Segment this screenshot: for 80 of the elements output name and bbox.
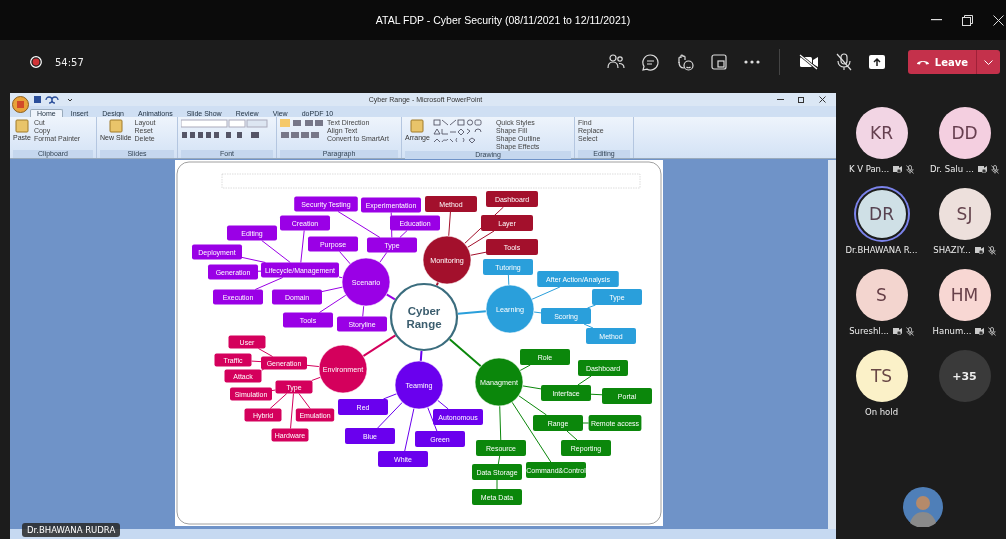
connector-line [470,251,487,256]
participant-avatar[interactable]: S [855,269,908,321]
connector-line [583,323,594,329]
connector-line [339,251,351,265]
command-icon [410,119,425,133]
connector-line [582,422,590,424]
chat-icon[interactable] [641,53,659,71]
connector-line [496,479,498,490]
central-topic-node: Cyber Range [389,282,459,352]
connector-line [435,281,439,287]
scrollbar[interactable] [828,160,836,529]
connector-line [257,348,274,357]
command-icon [108,119,123,133]
participant-name: Dr. Salu ... [930,164,974,174]
connector-line [362,334,397,358]
connector-line [257,270,262,272]
connector-line [362,305,365,317]
connector-line [586,304,597,309]
window-title: ATAL FDP - Cyber Security (08/11/2021 to 12/11/2021) [375,14,631,26]
connector-line [497,455,501,465]
caret-icon [984,59,993,65]
phone-icon [915,59,930,65]
connector-line [448,211,451,237]
participant-name: Dr.BHAWANA R... [845,245,918,255]
connector-line [507,274,510,286]
restore-icon[interactable] [798,96,805,103]
participant-avatar[interactable]: TS [855,350,908,402]
leave-button[interactable]: Leave [907,50,976,74]
connector-line [306,364,320,368]
minimize-icon[interactable] [777,98,784,101]
presenter-name-label: Dr.BHAWANA RUDRA [22,523,121,537]
layout-icon[interactable] [710,54,727,70]
camera-off-icon[interactable] [798,54,819,70]
participant-avatar[interactable]: DR [855,188,908,240]
participant-name: Hanum... [932,326,972,336]
connector-line [533,311,542,314]
people-icon[interactable] [606,54,625,70]
connector-line [531,286,561,300]
reaction-icon[interactable] [675,53,694,71]
paragraph-controls-drawing [280,119,324,141]
connector-line [419,349,423,363]
connector-line [379,252,388,263]
connector-line [522,385,542,390]
connector-line [338,276,343,279]
connector-line [261,369,264,371]
meeting-timer: 54:57 [55,56,84,68]
self-video-placeholder [903,487,943,527]
participant-avatar[interactable]: DD [938,107,991,159]
minimize-icon[interactable] [931,19,942,21]
participant-name: SHAZIY... [933,245,971,255]
close-icon[interactable] [819,96,826,103]
participant-name: On hold [864,407,899,417]
connector-line [311,376,321,381]
share-screen-icon[interactable] [868,55,885,69]
connector-line [399,230,408,238]
participant-avatar[interactable]: KR [855,107,908,159]
connector-line [298,393,311,409]
connector-line [254,277,284,290]
restore-icon[interactable] [962,14,973,26]
connector-line [448,338,482,368]
connector-line [519,364,531,372]
connector-line [290,393,294,429]
connector-line [499,405,502,441]
connector-line [566,430,578,441]
connector-line [590,393,603,396]
quick-access-toolbar-icon[interactable] [34,95,74,104]
connector-line [456,310,488,315]
participant-avatar[interactable]: SJ [938,188,991,240]
connector-line [251,360,262,363]
command-icon [14,119,29,133]
more-icon[interactable] [743,60,760,64]
more-participants-button[interactable]: +35 [938,350,991,402]
participant-name: K V Pan... [848,164,890,174]
participant-name: Sureshl... [849,326,889,336]
participant-avatar[interactable]: HM [938,269,991,321]
connector-line [385,293,396,301]
connector-line [337,211,381,238]
mic-off-icon[interactable] [835,53,852,71]
connector-line [300,230,305,263]
connector-line [577,375,592,386]
